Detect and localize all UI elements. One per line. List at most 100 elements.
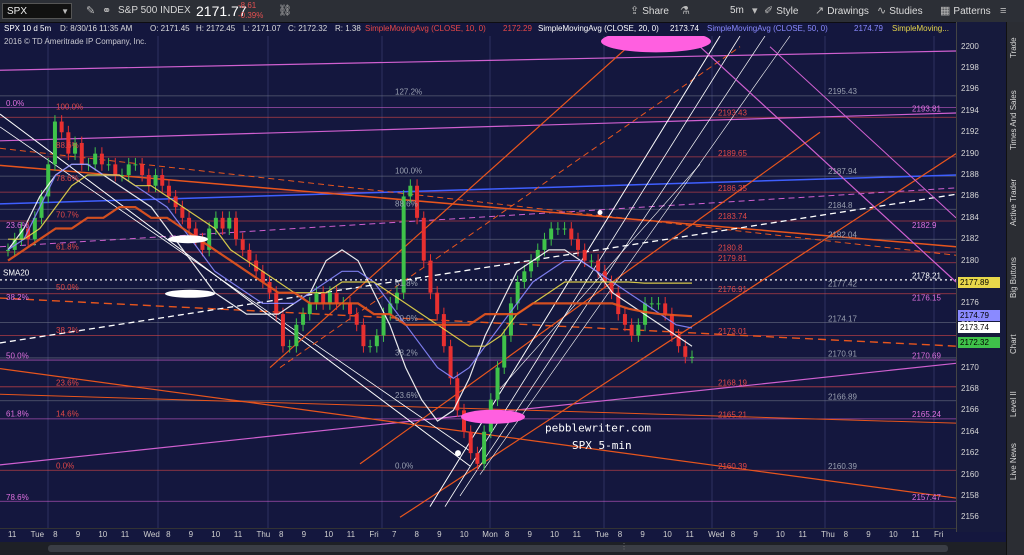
time-tick-label: 11: [572, 530, 581, 539]
blue-trend-line: [0, 174, 956, 205]
time-tick-label: 8: [504, 530, 510, 539]
sma10-study[interactable]: SimpleMovingAvg (CLOSE, 10, 0): [365, 22, 486, 36]
watermark-site: pebblewriter.com: [545, 422, 651, 435]
time-tick-label: 9: [75, 530, 81, 539]
studies-label: Studies: [889, 6, 923, 17]
candle-body: [126, 164, 131, 176]
candle-body: [294, 324, 299, 347]
candle-body: [408, 185, 413, 197]
time-tick-label: Wed: [143, 530, 160, 539]
scrollbar-thumb[interactable]: [48, 545, 948, 552]
fib-level-label: 70.7%: [56, 210, 79, 219]
sma-more-study[interactable]: SimpleMoving...: [892, 22, 949, 36]
fib-level-label: 0.0%: [56, 462, 74, 471]
price-level-label: 2160.39: [828, 462, 857, 471]
studies-icon: ∿: [877, 5, 887, 17]
fib-level-label: 127.2%: [395, 87, 422, 96]
sma50-study[interactable]: SimpleMovingAvg (CLOSE, 50, 0): [707, 22, 828, 36]
bar-low: L: 2171.07: [243, 24, 281, 33]
timeframe-button[interactable]: 5m: [730, 0, 744, 22]
side-tab-active-trader[interactable]: Active Trader: [1009, 164, 1023, 240]
price-level-label: 2174.17: [828, 314, 857, 323]
bar-open: O: 2171.45: [150, 24, 190, 33]
pivot-marker: [597, 209, 603, 215]
candle-body: [562, 228, 567, 230]
price-axis[interactable]: 2200 2198 2196 2194 2192 2190 2188 2186 2184 2182…: [956, 22, 1007, 532]
fib-level-label: 0.0%: [6, 99, 24, 108]
time-tick-label: 11: [8, 530, 17, 539]
symbol-value: SPX: [7, 6, 28, 17]
net-change: -8.61: [238, 1, 257, 10]
time-tick-label: 8: [414, 530, 419, 539]
trend-line: [0, 164, 956, 248]
time-tick-label: 11: [798, 530, 807, 539]
fib-level-label: 50.0%: [395, 314, 418, 323]
time-tick-label: 10: [888, 530, 898, 539]
sma20-study[interactable]: SimpleMovingAvg (CLOSE, 20, 0): [538, 22, 659, 36]
candle-body: [622, 314, 627, 325]
trend-line: [0, 297, 956, 347]
price-level-label: 2170.91: [828, 349, 857, 358]
side-tab-trade[interactable]: Trade: [1009, 28, 1023, 68]
bar-high: H: 2172.45: [196, 24, 236, 33]
candle-body: [428, 260, 433, 293]
price-marker-badge: 2172.32: [958, 336, 1000, 348]
candle-body: [146, 175, 151, 186]
side-tab-live-news[interactable]: Live News: [1009, 434, 1023, 490]
candle-body: [495, 367, 500, 400]
time-tick-label: Tue: [30, 530, 45, 539]
time-tick-label: 9: [866, 530, 871, 539]
instrument-name: S&P 500 INDEX: [118, 5, 191, 16]
sma10-value: 2172.29: [503, 24, 532, 33]
link-chain-icon[interactable]: ⛓: [278, 0, 292, 22]
symbol-input[interactable]: SPX ▼: [2, 3, 72, 19]
price-level-label: 2179.81: [718, 254, 747, 263]
price-chart[interactable]: pebblewriter.com SPX 5-min SMA20 2195.43 219…: [0, 36, 956, 528]
trend-line: [429, 36, 721, 507]
price-level-label: 2157.47: [912, 493, 941, 502]
share-icon: ⇪: [630, 5, 640, 17]
candle-body: [113, 164, 118, 176]
horizontal-scrollbar[interactable]: ⋮: [0, 542, 1006, 555]
patterns-button[interactable]: ▦ Patterns: [940, 0, 991, 22]
flask-icon[interactable]: ⚗: [680, 0, 690, 22]
price-tick-label: 2166: [961, 405, 979, 415]
menu-icon[interactable]: ≡: [1000, 0, 1006, 22]
candle-body: [287, 346, 292, 348]
share-button[interactable]: ⇪ Share: [630, 0, 669, 22]
price-tick-label: 2200: [961, 41, 979, 51]
candle-body: [502, 335, 507, 368]
price-tick-label: 2190: [961, 148, 979, 158]
candle-body: [133, 164, 138, 166]
time-tick-label: 8: [166, 530, 171, 539]
price-tick-label: 2164: [961, 426, 979, 436]
sma20-tag: SMA20: [3, 269, 30, 278]
pencil-icon[interactable]: ✎: [86, 0, 95, 22]
link-icon[interactable]: ⚭: [102, 0, 111, 22]
price-marker-badge: 2177.89: [958, 277, 1000, 289]
sma20-value: 2173.74: [670, 24, 699, 33]
price-level-label: 2165.21: [718, 410, 747, 419]
price-tick-label: 2158: [961, 490, 979, 500]
studies-button[interactable]: ∿ Studies: [877, 0, 923, 22]
time-tick-label: 8: [53, 530, 58, 539]
candle-body: [482, 431, 487, 464]
style-button[interactable]: ✐ Style: [764, 0, 798, 22]
drawings-button[interactable]: ↗ Drawings: [815, 0, 869, 22]
trend-line: [0, 193, 956, 344]
side-tab-times-and-sales[interactable]: Times And Sales: [1009, 82, 1023, 158]
time-tick-label: 10: [324, 530, 334, 539]
side-tab-level-ii[interactable]: Level II: [1009, 382, 1023, 426]
candle-body: [690, 356, 694, 358]
chevron-down-icon[interactable]: ▼: [61, 4, 69, 20]
candle-body: [569, 228, 574, 240]
drawings-icon: ↗: [815, 5, 825, 17]
price-level-label: 2184.8: [828, 201, 853, 210]
watermark-chart-type: SPX 5-min: [572, 439, 632, 452]
side-tab-chart[interactable]: Chart: [1009, 314, 1023, 374]
side-tab-big-buttons[interactable]: Big Buttons: [1009, 248, 1023, 308]
candle-body: [649, 303, 654, 305]
chevron-down-icon[interactable]: ▾: [752, 0, 758, 22]
time-axis[interactable]: 11 Tue 8 9 10 11 Wed 8 9 10 11 Thu 8 9 10 11 Fri 7 8 9 10 Mon…: [0, 528, 956, 543]
price-tick-label: 2182: [961, 234, 979, 244]
